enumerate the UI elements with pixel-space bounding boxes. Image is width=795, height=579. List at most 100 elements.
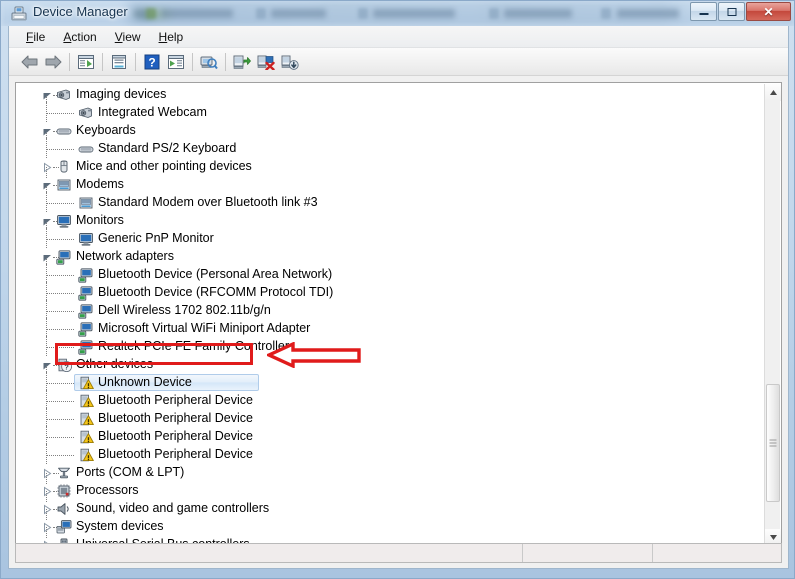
tree-item[interactable]: Processors xyxy=(16,482,766,502)
title-bar[interactable]: Device Manager ✕ xyxy=(1,1,794,26)
tree-item-label: Imaging devices xyxy=(76,87,167,101)
menu-action[interactable]: Action xyxy=(54,28,105,46)
tree-connector xyxy=(46,149,74,150)
uninstall-device-icon[interactable] xyxy=(278,50,302,74)
device-tree: Imaging devices Integrated Webcam Keyboard… xyxy=(16,86,766,545)
client-area: File Action View Help ? Imaging devices … xyxy=(8,26,789,569)
tree-expander-collapsed[interactable] xyxy=(42,486,53,497)
menu-view[interactable]: View xyxy=(106,28,150,46)
tree-item[interactable]: Standard PS/2 Keyboard xyxy=(16,138,766,158)
tree-item[interactable]: Ports (COM & LPT) xyxy=(16,464,766,484)
tree-item[interactable]: Network adapters xyxy=(16,248,766,268)
tree-item[interactable]: Sound, video and game controllers xyxy=(16,500,766,520)
tree-connector xyxy=(46,408,47,428)
disable-device-icon[interactable] xyxy=(254,50,278,74)
tree-item-label: Microsoft Virtual WiFi Miniport Adapter xyxy=(98,321,311,335)
blurred-taskbar-icon xyxy=(601,8,611,19)
tree-expander-expanded[interactable] xyxy=(42,360,53,371)
tree-item[interactable]: Bluetooth Device (Personal Area Network) xyxy=(16,264,766,284)
tree-connector xyxy=(46,203,74,204)
tree-item[interactable]: Integrated Webcam xyxy=(16,102,766,122)
tree-connector xyxy=(46,455,74,456)
tree-item[interactable]: System devices xyxy=(16,518,766,538)
tree-item[interactable]: Bluetooth Peripheral Device xyxy=(16,390,766,410)
tree-connector xyxy=(46,282,47,302)
tree-item[interactable]: Standard Modem over Bluetooth link #3 xyxy=(16,192,766,212)
tree-item-label: Sound, video and game controllers xyxy=(76,501,270,515)
tree-item[interactable]: ? Other devices xyxy=(16,356,766,376)
update-driver-icon[interactable] xyxy=(230,50,254,74)
maximize-button[interactable] xyxy=(718,2,745,21)
tree-connector xyxy=(46,192,47,212)
device-tree-panel[interactable]: Imaging devices Integrated Webcam Keyboard… xyxy=(15,82,782,546)
tree-connector xyxy=(46,383,74,384)
tree-expander-expanded[interactable] xyxy=(42,252,53,263)
scrollbar-thumb[interactable] xyxy=(766,384,780,502)
maximize-icon xyxy=(727,7,736,16)
toolbar: ? xyxy=(9,48,788,76)
tree-expander-expanded[interactable] xyxy=(42,90,53,101)
toolbar-separator xyxy=(192,52,193,71)
show-hide-console-tree-icon[interactable] xyxy=(74,50,98,74)
network-icon xyxy=(56,249,72,265)
monitor-icon xyxy=(78,231,94,247)
tree-item[interactable]: Mice and other pointing devices xyxy=(16,158,766,178)
scroll-up-button[interactable] xyxy=(765,84,781,101)
monitor-icon xyxy=(56,213,72,229)
keyboard-icon xyxy=(56,123,72,139)
tree-item[interactable]: Bluetooth Peripheral Device xyxy=(16,444,766,464)
network-icon xyxy=(78,285,94,301)
close-button[interactable]: ✕ xyxy=(746,2,791,21)
tree-expander-expanded[interactable] xyxy=(42,126,53,137)
tree-item[interactable]: Bluetooth Peripheral Device xyxy=(16,408,766,428)
tree-item-label: Keyboards xyxy=(76,123,136,137)
toolbar-separator xyxy=(102,52,103,71)
status-cell-3 xyxy=(653,544,781,562)
show-hide-action-pane-icon[interactable] xyxy=(164,50,188,74)
tree-item[interactable]: Bluetooth Device (RFCOMM Protocol TDI) xyxy=(16,282,766,302)
tree-item[interactable]: Imaging devices xyxy=(16,86,766,106)
properties-icon[interactable] xyxy=(107,50,131,74)
tree-item-label: Ports (COM & LPT) xyxy=(76,465,185,479)
tree-item-label: Standard Modem over Bluetooth link #3 xyxy=(98,195,318,209)
blurred-taskbar-icon xyxy=(489,8,499,19)
tree-expander-collapsed[interactable] xyxy=(42,504,53,515)
tree-item[interactable]: Modems xyxy=(16,176,766,196)
tree-item[interactable]: Microsoft Virtual WiFi Miniport Adapter xyxy=(16,318,766,338)
tree-expander-expanded[interactable] xyxy=(42,180,53,191)
tree-item[interactable]: Monitors xyxy=(16,212,766,232)
tree-item-selected[interactable]: Unknown Device xyxy=(16,372,766,392)
tree-item-label: Standard PS/2 Keyboard xyxy=(98,141,237,155)
tree-item[interactable]: Keyboards xyxy=(16,122,766,142)
menu-bar: File Action View Help xyxy=(9,26,788,48)
back-icon[interactable] xyxy=(17,50,41,74)
help-icon[interactable]: ? xyxy=(140,50,164,74)
status-cell-1 xyxy=(16,544,523,562)
tree-expander-collapsed[interactable] xyxy=(42,522,53,533)
tree-item[interactable]: Realtek PCIe FE Family Controller xyxy=(16,336,766,356)
minimize-button[interactable] xyxy=(690,2,717,21)
tree-item-label: Monitors xyxy=(76,213,124,227)
camera-icon xyxy=(78,105,94,121)
tree-item[interactable]: Bluetooth Peripheral Device xyxy=(16,426,766,446)
tree-expander-expanded[interactable] xyxy=(42,216,53,227)
network-icon xyxy=(78,303,94,319)
unknown-device-icon: ? xyxy=(56,357,73,373)
menu-help[interactable]: Help xyxy=(150,28,193,46)
tree-expander-collapsed[interactable] xyxy=(42,468,53,479)
tree-item-label: Network adapters xyxy=(76,249,174,263)
scan-for-hardware-changes-icon[interactable] xyxy=(197,50,221,74)
tree-item-label: Bluetooth Peripheral Device xyxy=(98,447,253,461)
keyboard-icon xyxy=(78,141,94,157)
tree-expander-collapsed[interactable] xyxy=(42,162,53,173)
tree-connector xyxy=(46,329,74,330)
tree-item[interactable]: Generic PnP Monitor xyxy=(16,228,766,248)
menu-file[interactable]: File xyxy=(17,28,54,46)
system-icon xyxy=(56,519,72,535)
forward-icon[interactable] xyxy=(41,50,65,74)
vertical-scrollbar[interactable] xyxy=(764,84,781,545)
tree-connector xyxy=(46,347,74,348)
tree-item-label: Dell Wireless 1702 802.11b/g/n xyxy=(98,303,271,317)
device-manager-window: Device Manager ✕ File Action View Help ?… xyxy=(0,0,795,579)
tree-item[interactable]: Dell Wireless 1702 802.11b/g/n xyxy=(16,300,766,320)
